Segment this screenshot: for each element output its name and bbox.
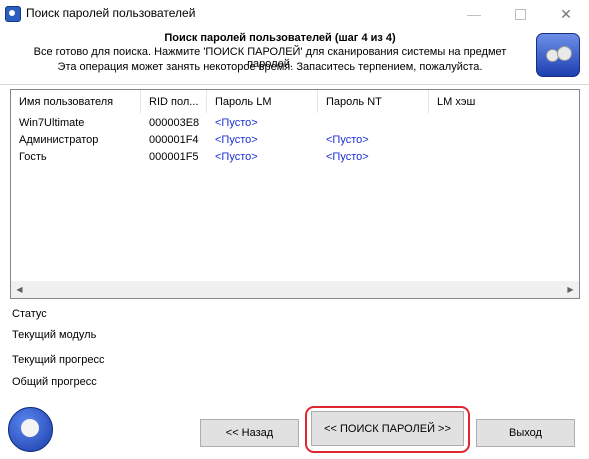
column-header-rid[interactable]: RID пол... [141, 90, 207, 113]
user-rid: 000001F5 [149, 151, 199, 163]
user-name: Администратор [19, 134, 99, 146]
app-icon [5, 6, 21, 22]
table-row[interactable]: Администратор 000001F4 <Пусто> <Пусто> [11, 132, 579, 149]
back-button[interactable]: << Назад [200, 419, 299, 447]
title-bar: Поиск паролей пользователей — ✕ [0, 0, 589, 28]
table-row[interactable]: Win7Ultimate 000003E8 <Пусто> [11, 115, 579, 132]
wizard-header: Поиск паролей пользователей (шаг 4 из 4)… [0, 28, 589, 84]
user-rid: 000001F4 [149, 134, 199, 146]
window-title: Поиск паролей пользователей [26, 6, 196, 20]
current-progress-label: Текущий прогресс [12, 354, 105, 366]
minimize-button[interactable]: — [451, 0, 497, 28]
step-title: Поиск паролей пользователей (шаг 4 из 4) [164, 32, 396, 44]
maximize-button[interactable] [497, 0, 543, 28]
user-name: Win7Ultimate [19, 117, 85, 129]
column-header-user[interactable]: Имя пользователя [11, 90, 141, 113]
column-header-lm-hash[interactable]: LM хэш [429, 90, 579, 113]
scroll-left-icon[interactable]: ◀ [11, 281, 28, 298]
horizontal-scrollbar[interactable]: ◀ ▶ [11, 281, 579, 298]
yin-yang-icon [8, 407, 53, 452]
table-row[interactable]: Гость 000001F5 <Пусто> <Пусто> [11, 149, 579, 166]
lm-password: <Пусто> [215, 134, 258, 146]
maximize-icon [514, 8, 526, 20]
header-divider [0, 84, 589, 85]
close-button[interactable]: ✕ [543, 0, 589, 28]
lm-password: <Пусто> [215, 117, 258, 129]
highlight-outline [305, 406, 470, 453]
status-label: Статус [12, 308, 47, 320]
current-module-label: Текущий модуль [12, 329, 97, 341]
users-table[interactable]: Имя пользователя RID пол... Пароль LM Па… [10, 89, 580, 299]
table-header: Имя пользователя RID пол... Пароль LM Па… [11, 90, 579, 114]
user-name: Гость [19, 151, 47, 163]
column-header-lm-password[interactable]: Пароль LM [207, 90, 318, 113]
column-header-nt-password[interactable]: Пароль NT [318, 90, 429, 113]
exit-button[interactable]: Выход [476, 419, 575, 447]
binoculars-icon [536, 33, 580, 77]
total-progress-label: Общий прогресс [12, 376, 97, 388]
lm-password: <Пусто> [215, 151, 258, 163]
user-rid: 000003E8 [149, 117, 200, 129]
nt-password: <Пусто> [326, 151, 369, 163]
scroll-right-icon[interactable]: ▶ [562, 281, 579, 298]
nt-password: <Пусто> [326, 134, 369, 146]
instructions-line-2: Эта операция может занять некоторое врем… [57, 61, 483, 73]
